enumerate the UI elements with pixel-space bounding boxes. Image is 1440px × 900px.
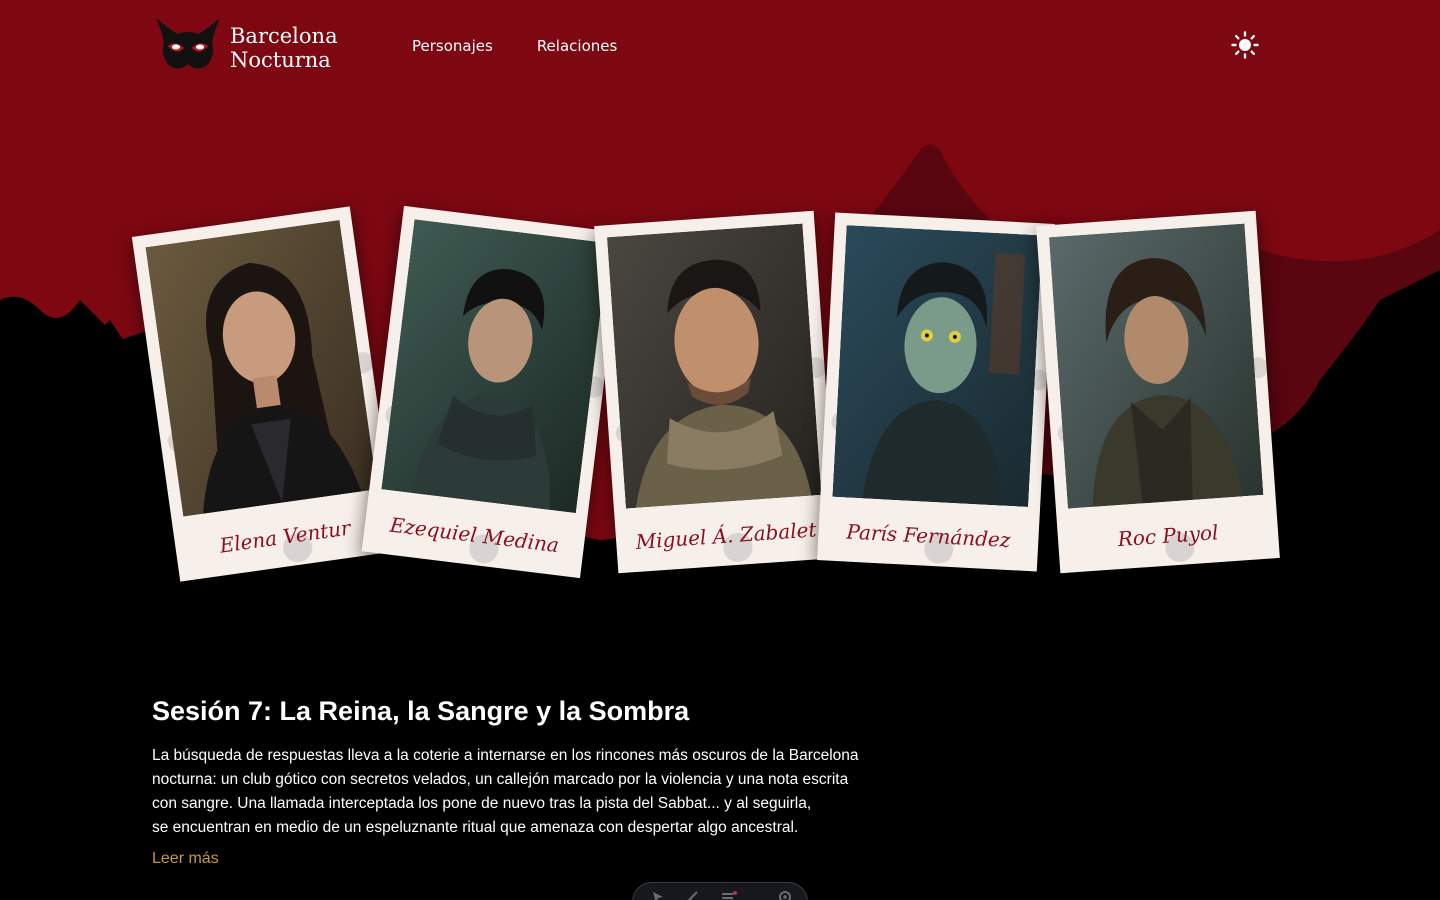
session-summary: Sesión 7: La Reina, la Sangre y la Sombr…: [152, 694, 892, 869]
character-portrait-elena: [145, 219, 378, 517]
cursor-icon[interactable]: [651, 889, 665, 900]
floating-toolbar: [632, 882, 808, 900]
character-portrait-ezequiel: [381, 219, 610, 514]
session-title: Sesión 7: La Reina, la Sangre y la Sombr…: [152, 696, 690, 726]
session-text-line: se encuentran en medio de un espeluznant…: [152, 819, 799, 836]
character-name: Elena Ventur: [218, 515, 352, 558]
character-portrait-miguel: [606, 223, 822, 509]
character-portrait-paris: [832, 225, 1043, 507]
character-card-ezequiel[interactable]: Ezequiel Medina: [361, 205, 623, 579]
character-card-roc[interactable]: Roc Puyol: [1036, 210, 1280, 574]
session-text-line: La búsqueda de respuestas lleva a la cot…: [152, 747, 859, 764]
brush-icon[interactable]: [685, 889, 701, 900]
character-cards: Elena Ventur Ezequiel Medina Miguel Á. Z…: [0, 0, 1440, 640]
character-name: Ezequiel Medina: [388, 512, 561, 558]
character-card-miguel[interactable]: Miguel Á. Zabalet: [594, 210, 838, 574]
read-more-link[interactable]: Leer más: [152, 849, 219, 869]
session-text-line: con sangre. Una llamada interceptada los…: [152, 795, 812, 812]
session-description: La búsqueda de respuestas lleva a la cot…: [152, 744, 892, 840]
character-card-elena[interactable]: Elena Ventur: [131, 206, 399, 582]
character-name: París Fernández: [845, 519, 1012, 553]
list-icon[interactable]: [721, 889, 737, 900]
session-text-line: nocturna: un club gótico con secretos ve…: [152, 771, 849, 788]
character-name: Miguel Á. Zabalet: [634, 517, 818, 554]
character-name: Roc Puyol: [1116, 520, 1220, 552]
character-card-paris[interactable]: París Fernández: [817, 212, 1055, 572]
settings-icon[interactable]: [777, 889, 793, 900]
character-portrait-roc: [1048, 223, 1264, 509]
